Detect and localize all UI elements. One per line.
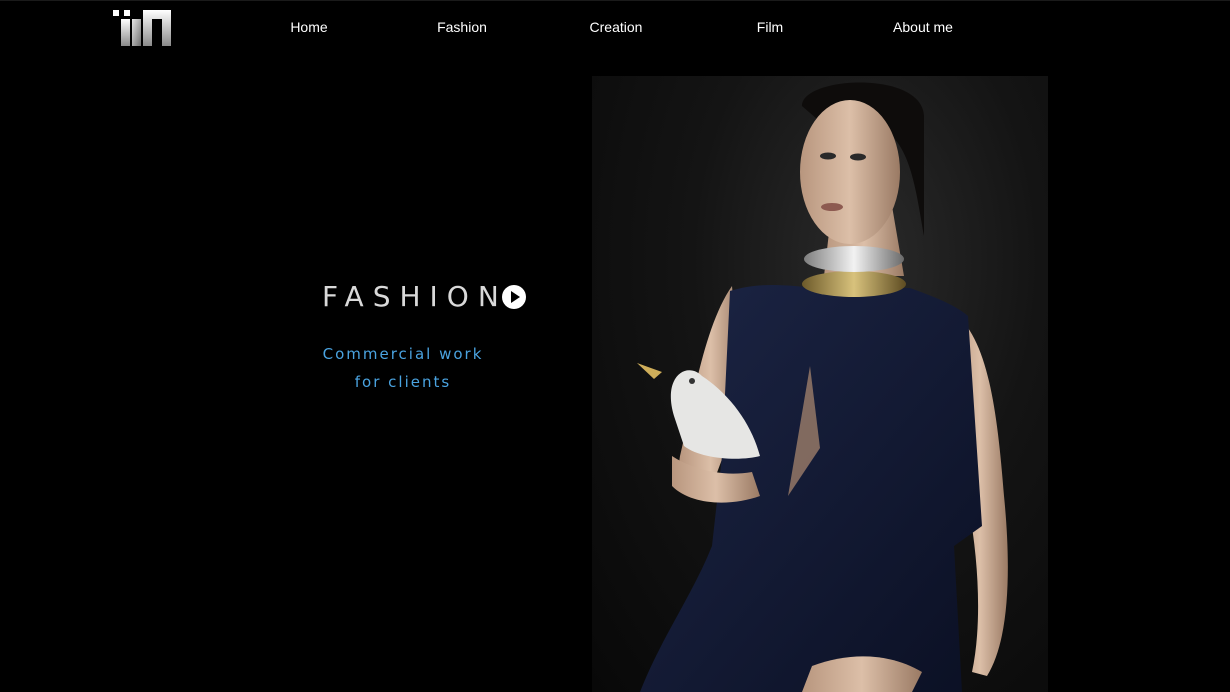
main-nav: Home Fashion Creation Film About me: [0, 0, 1230, 56]
hero-subtitle-line1: Commercial work: [322, 345, 484, 363]
portrait-illustration: [637, 82, 1008, 692]
nav-film[interactable]: Film: [757, 19, 783, 35]
nav-fashion[interactable]: Fashion: [437, 19, 487, 35]
hero-subtitle-line2: for clients: [354, 373, 452, 391]
nav-creation[interactable]: Creation: [590, 19, 643, 35]
page: Home Fashion Creation Film About me FASH…: [0, 0, 1230, 692]
fashion-portrait-image: [592, 76, 1048, 692]
play-icon: [511, 291, 520, 303]
nav-about-me[interactable]: About me: [893, 19, 953, 35]
nav-home[interactable]: Home: [290, 19, 327, 35]
play-button[interactable]: [502, 285, 526, 309]
hero-subtitle: Commercial work for clients: [303, 340, 503, 396]
hero-title: FASHION: [322, 280, 508, 313]
